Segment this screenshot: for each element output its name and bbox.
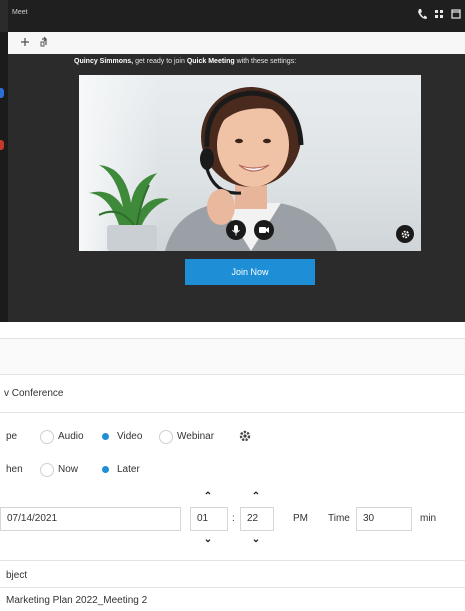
radio-webinar-label[interactable]: Webinar: [177, 431, 214, 442]
subject-field[interactable]: Marketing Plan 2022_Meeting 2: [6, 595, 147, 606]
form-header-band: [0, 338, 465, 374]
prompt-meeting-name: Quick Meeting: [186, 58, 235, 65]
when-label: hen: [6, 464, 23, 475]
grid-icon[interactable]: [434, 8, 444, 20]
divider: [0, 560, 465, 561]
prompt-text-end: with these settings:: [234, 58, 297, 65]
radio-later-label[interactable]: Later: [117, 464, 140, 475]
time-separator: :: [232, 513, 235, 524]
radio-video[interactable]: [99, 430, 113, 444]
join-now-button[interactable]: Join Now: [185, 259, 315, 285]
duration-label: Time: [328, 513, 350, 524]
duration-field[interactable]: 30: [356, 507, 412, 531]
divider: [0, 374, 465, 375]
radio-now[interactable]: [40, 463, 54, 477]
gear-icon[interactable]: [238, 429, 252, 443]
divider: [0, 412, 465, 413]
radio-now-label[interactable]: Now: [58, 464, 78, 475]
phone-icon[interactable]: [417, 8, 427, 20]
toolbar: [8, 32, 465, 54]
radio-video-label[interactable]: Video: [117, 431, 142, 442]
title-bar-icons: [417, 8, 461, 20]
radio-audio[interactable]: [40, 430, 54, 444]
subject-label: bject: [6, 570, 28, 581]
title-bar: Meet: [8, 0, 465, 32]
radio-audio-label[interactable]: Audio: [58, 431, 84, 442]
hour-up-icon[interactable]: ⌃: [201, 492, 215, 502]
window-icon[interactable]: [451, 8, 461, 20]
hour-down-icon[interactable]: ⌄: [201, 535, 215, 545]
left-panel-edge: [0, 32, 8, 322]
minute-down-icon[interactable]: ⌄: [249, 535, 263, 545]
ampm-toggle[interactable]: PM: [293, 513, 308, 524]
divider: [0, 587, 465, 588]
camera-preview-image: [89, 87, 337, 251]
meeting-preview-window: Meet Quincy Simmons, get ready to join Q…: [0, 0, 465, 322]
app-title: Meet: [12, 9, 28, 16]
gear-icon[interactable]: [396, 225, 414, 243]
status-indicator-blue: [0, 88, 4, 98]
microphone-icon[interactable]: [226, 220, 246, 240]
radio-later[interactable]: [99, 463, 113, 477]
camera-icon[interactable]: [254, 220, 274, 240]
minute-up-icon[interactable]: ⌃: [249, 492, 263, 502]
divider: [0, 338, 465, 339]
section-title: v Conference: [4, 388, 64, 399]
camera-preview: [79, 75, 421, 251]
radio-webinar[interactable]: [159, 430, 173, 444]
hour-field[interactable]: 01: [190, 507, 228, 531]
plus-icon[interactable]: [18, 35, 32, 49]
share-icon[interactable]: [38, 35, 52, 49]
duration-unit: min: [420, 513, 437, 524]
date-field[interactable]: 07/14/2021: [0, 507, 181, 531]
minute-field[interactable]: 22: [240, 507, 274, 531]
status-indicator-red: [0, 140, 4, 150]
join-prompt: Quincy Simmons, get ready to join Quick …: [74, 58, 424, 65]
prompt-user-name: Quincy Simmons,: [74, 58, 134, 65]
prompt-text-mid: get ready to join: [133, 58, 187, 65]
type-label: pe: [6, 431, 18, 442]
